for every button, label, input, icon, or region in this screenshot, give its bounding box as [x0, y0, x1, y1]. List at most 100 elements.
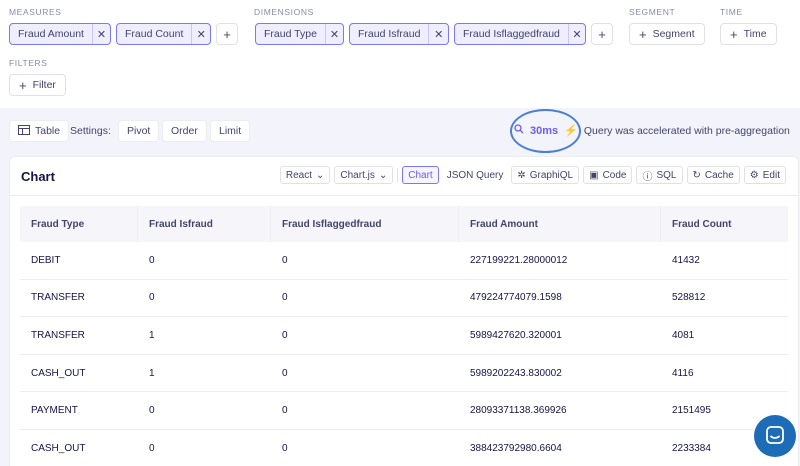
tab-graphiql[interactable]: ✲ GraphiQL [511, 166, 580, 184]
tab-cache[interactable]: ↻ Cache [686, 166, 740, 184]
add-segment-button[interactable]: + Segment [629, 23, 705, 45]
column-header[interactable]: Fraud Count [661, 206, 788, 242]
order-button[interactable]: Order [162, 120, 207, 142]
tab-chart[interactable]: Chart [402, 166, 439, 184]
table-cell: 0 [282, 367, 288, 379]
table-cell: 0 [149, 405, 155, 417]
table-cell: 0 [149, 254, 155, 266]
gear-icon: ⚙ [749, 169, 759, 181]
chevron-down-icon: ⌄ [316, 169, 325, 181]
remove-icon[interactable]: ✕ [191, 24, 210, 44]
add-measure-button[interactable]: + [216, 23, 238, 45]
chat-icon [765, 425, 785, 448]
dimension-pill-fraud-type[interactable]: Fraud Type ✕ [255, 23, 344, 45]
remove-icon[interactable]: ✕ [567, 24, 585, 44]
table-view-button[interactable]: Table [9, 120, 70, 142]
pill-label: Fraud Isflaggedfraud [463, 28, 560, 40]
measure-pill-fraud-amount[interactable]: Fraud Amount ✕ [9, 23, 111, 45]
table-cell: 5989202243.830002 [470, 367, 562, 379]
table-cell: 0 [149, 292, 155, 304]
table-icon [18, 124, 30, 138]
pivot-button[interactable]: Pivot [118, 120, 160, 142]
time-label: TIME [720, 7, 743, 17]
divider [397, 168, 399, 182]
table-cell: 0 [149, 442, 155, 454]
table-cell: 4116 [672, 367, 694, 379]
help-icon: ⓘ [642, 171, 653, 183]
chat-support-button[interactable] [754, 415, 796, 457]
pill-label: Fraud Count [125, 28, 184, 40]
table-cell: 41432 [672, 254, 700, 266]
table-cell: 388423792980.6604 [470, 442, 562, 454]
library-select[interactable]: Chart.js ⌄ [334, 166, 394, 184]
plus-icon: + [639, 26, 647, 42]
table-cell: 227199221.28000012 [470, 254, 568, 266]
column-header[interactable]: Fraud Isfraud [138, 206, 271, 242]
remove-icon[interactable]: ✕ [428, 24, 448, 44]
table-cell: PAYMENT [31, 405, 78, 417]
tab-json-query[interactable]: JSON Query [443, 166, 508, 184]
add-time-button[interactable]: + Time [720, 23, 777, 45]
library-value: Chart.js [340, 169, 375, 181]
remove-icon[interactable]: ✕ [324, 24, 343, 44]
limit-button[interactable]: Limit [210, 120, 251, 142]
remove-icon[interactable]: ✕ [91, 24, 110, 44]
table-row: CASH_OUT 0 0 388423792980.6604 2233384 [20, 430, 788, 466]
card-tools: React ⌄ Chart.js ⌄ Chart JSON Query ✲ Gr… [279, 166, 786, 184]
table-cell: 1 [149, 367, 155, 379]
table-cell: DEBIT [31, 254, 61, 266]
tab-label: Code [602, 169, 627, 181]
dimension-pill-fraud-isfraud[interactable]: Fraud Isfraud ✕ [349, 23, 449, 45]
chart-card: Chart React ⌄ Chart.js ⌄ Chart JSON Quer… [9, 156, 799, 466]
tab-label: Cache [704, 169, 734, 181]
table-cell: TRANSFER [31, 292, 85, 304]
table-cell: 4081 [672, 329, 695, 341]
query-builder: MEASURES Fraud Amount ✕ Fraud Count ✕ + … [0, 0, 800, 108]
table-cell: 0 [282, 254, 288, 266]
annotation-circle [510, 109, 581, 153]
table-cell: 0 [282, 442, 288, 454]
add-dimension-button[interactable]: + [591, 23, 613, 45]
tab-code[interactable]: ▣ Code [583, 166, 633, 184]
table-cell: CASH_OUT [31, 442, 86, 454]
table-cell: 528812 [672, 292, 706, 304]
tab-label: SQL [656, 169, 677, 181]
table-cell: 0 [282, 329, 288, 341]
column-header[interactable]: Fraud Type [20, 206, 138, 242]
filter-button-label: Filter [32, 79, 56, 91]
table-cell: CASH_OUT [31, 367, 86, 379]
measures-label: MEASURES [9, 7, 62, 17]
table-cell: 479224774079.1598 [470, 292, 562, 304]
edit-button[interactable]: ⚙ Edit [743, 166, 786, 184]
table-cell: 5989427620.320001 [470, 329, 562, 341]
table-row: TRANSFER 0 0 479224774079.1598 528812 [20, 280, 788, 318]
time-button-label: Time [743, 28, 767, 40]
filters-label: FILTERS [9, 58, 48, 68]
tab-sql[interactable]: ⓘ SQL [636, 166, 683, 184]
tab-label: GraphiQL [529, 169, 574, 181]
pill-label: Fraud Amount [18, 28, 84, 40]
pill-label: Fraud Isfraud [358, 28, 421, 40]
column-header[interactable]: Fraud Amount [459, 206, 661, 242]
table-label: Table [35, 125, 61, 137]
add-filter-button[interactable]: + Filter [9, 74, 66, 96]
chevron-down-icon: ⌄ [378, 169, 388, 181]
framework-value: React [285, 169, 312, 181]
code-icon: ▣ [589, 169, 599, 181]
table-cell: TRANSFER [31, 329, 85, 341]
graphql-icon: ✲ [517, 169, 526, 181]
tab-label: Edit [762, 169, 780, 181]
dimensions-label: DIMENSIONS [254, 7, 314, 17]
accel-message: Query was accelerated with pre-aggregati… [583, 124, 790, 137]
table-cell: 0 [282, 292, 288, 304]
table-row: DEBIT 0 0 227199221.28000012 41432 [20, 242, 788, 280]
framework-select[interactable]: React ⌄ [279, 166, 331, 184]
table-cell: 28093371138.369926 [470, 405, 567, 417]
column-header[interactable]: Fraud Isflaggedfraud [271, 206, 459, 242]
table-cell: 1 [149, 329, 155, 341]
results-toolbar: Table Settings: Pivot Order Limit 30ms ⚡… [0, 108, 800, 156]
table-row: PAYMENT 0 0 28093371138.369926 2151495 [20, 392, 788, 430]
measure-pill-fraud-count[interactable]: Fraud Count ✕ [116, 23, 211, 45]
dimension-pill-fraud-isflaggedfraud[interactable]: Fraud Isflaggedfraud ✕ [454, 23, 586, 45]
plus-icon: + [730, 26, 738, 42]
